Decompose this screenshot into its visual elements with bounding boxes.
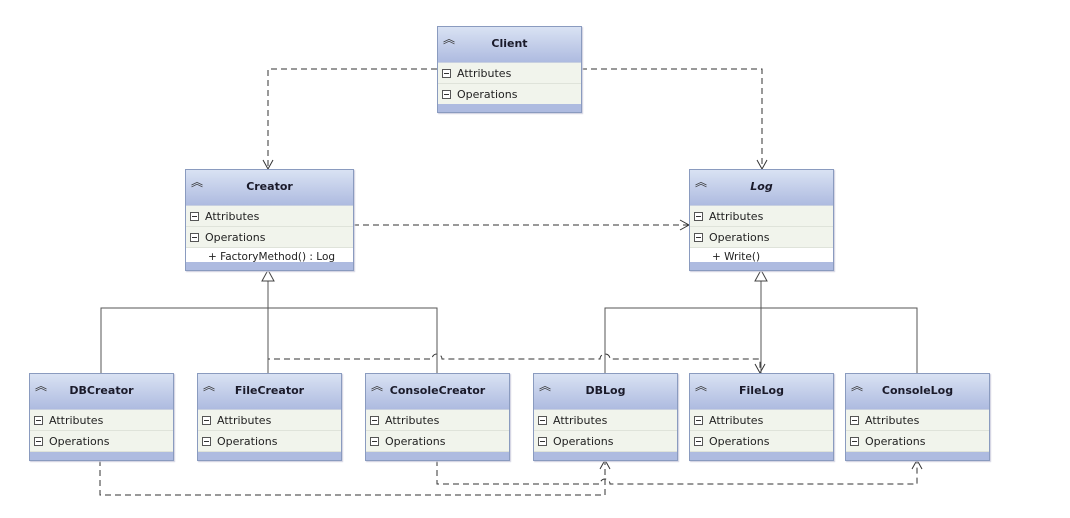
collapse-minus-icon[interactable] <box>190 232 199 242</box>
gen-log-children <box>604 270 918 373</box>
gen-creator-children <box>100 270 438 373</box>
attributes-label: Attributes <box>205 209 260 223</box>
collapse-minus-icon[interactable] <box>850 436 859 446</box>
dep-client-creator <box>262 68 437 171</box>
collapse-minus-icon[interactable] <box>370 415 379 425</box>
class-name: ConsoleLog <box>881 384 954 397</box>
operations-label: Operations <box>553 434 614 448</box>
operations-label: Operations <box>217 434 278 448</box>
attributes-compartment[interactable]: Attributes <box>186 206 353 227</box>
attributes-label: Attributes <box>217 413 272 427</box>
attributes-compartment[interactable]: Attributes <box>198 410 341 431</box>
collapse-minus-icon[interactable] <box>202 436 211 446</box>
operations-compartment[interactable]: Operations <box>690 227 833 248</box>
operations-label: Operations <box>457 87 518 101</box>
operations-compartment[interactable]: Operations <box>690 431 833 452</box>
attributes-compartment[interactable]: Attributes <box>366 410 509 431</box>
class-name: DBLog <box>585 384 626 397</box>
collapse-minus-icon[interactable] <box>442 89 451 99</box>
collapse-minus-icon[interactable] <box>538 436 547 446</box>
attributes-label: Attributes <box>385 413 440 427</box>
attributes-compartment[interactable]: Attributes <box>690 410 833 431</box>
dep-dbcreator-dblog <box>99 458 611 496</box>
class-filelog[interactable]: ︽ FileLog Attributes Operations <box>689 373 834 461</box>
attributes-compartment[interactable]: Attributes <box>534 410 677 431</box>
uml-class-diagram: ︽ Client Attributes Operations ︽ Creator A… <box>0 0 1070 518</box>
dep-client-log <box>581 68 768 171</box>
operations-compartment[interactable]: Operations <box>534 431 677 452</box>
operations-label: Operations <box>385 434 446 448</box>
class-name: Client <box>491 37 528 50</box>
class-creator[interactable]: ︽ Creator Attributes Operations + Factory… <box>185 169 354 271</box>
operations-label: Operations <box>205 230 266 244</box>
attributes-label: Attributes <box>553 413 608 427</box>
collapse-minus-icon[interactable] <box>538 415 547 425</box>
attributes-label: Attributes <box>709 209 764 223</box>
class-dblog[interactable]: ︽ DBLog Attributes Operations <box>533 373 678 461</box>
operations-compartment[interactable]: Operations <box>186 227 353 248</box>
class-consolecreator[interactable]: ︽ ConsoleCreator Attributes Operations <box>365 373 510 461</box>
collapse-minus-icon[interactable] <box>694 415 703 425</box>
attributes-label: Attributes <box>457 66 512 80</box>
attributes-label: Attributes <box>865 413 920 427</box>
collapse-minus-icon[interactable] <box>694 211 703 221</box>
class-filecreator[interactable]: ︽ FileCreator Attributes Operations <box>197 373 342 461</box>
collapse-minus-icon[interactable] <box>190 211 199 221</box>
collapse-minus-icon[interactable] <box>850 415 859 425</box>
attributes-compartment[interactable]: Attributes <box>690 206 833 227</box>
collapse-minus-icon[interactable] <box>202 415 211 425</box>
attributes-compartment[interactable]: Attributes <box>438 63 581 84</box>
collapse-minus-icon[interactable] <box>370 436 379 446</box>
dep-filecreator-filelog <box>267 353 766 375</box>
operations-label: Operations <box>709 434 770 448</box>
class-client[interactable]: ︽ Client Attributes Operations <box>437 26 582 113</box>
operations-compartment[interactable]: Operations <box>366 431 509 452</box>
operations-label: Operations <box>49 434 110 448</box>
attributes-label: Attributes <box>709 413 764 427</box>
class-dbcreator[interactable]: ︽ DBCreator Attributes Operations <box>29 373 174 461</box>
dep-consolecreator-consolelog <box>436 458 923 485</box>
collapse-minus-icon[interactable] <box>34 415 43 425</box>
operations-compartment[interactable]: Operations <box>438 84 581 105</box>
class-name: Log <box>750 180 773 193</box>
collapse-minus-icon[interactable] <box>694 232 703 242</box>
class-log[interactable]: ︽ Log Attributes Operations + Write() <box>689 169 834 271</box>
class-consolelog[interactable]: ︽ ConsoleLog Attributes Operations <box>845 373 990 461</box>
operations-compartment[interactable]: Operations <box>198 431 341 452</box>
class-name: FileLog <box>739 384 784 397</box>
collapse-minus-icon[interactable] <box>694 436 703 446</box>
operations-label: Operations <box>865 434 926 448</box>
operations-compartment[interactable]: Operations <box>846 431 989 452</box>
collapse-minus-icon[interactable] <box>34 436 43 446</box>
class-name: DBCreator <box>69 384 134 397</box>
class-name: Creator <box>246 180 293 193</box>
operations-label: Operations <box>709 230 770 244</box>
attributes-compartment[interactable]: Attributes <box>846 410 989 431</box>
attributes-compartment[interactable]: Attributes <box>30 410 173 431</box>
operations-compartment[interactable]: Operations <box>30 431 173 452</box>
class-name: FileCreator <box>234 384 305 397</box>
attributes-label: Attributes <box>49 413 104 427</box>
collapse-minus-icon[interactable] <box>442 68 451 78</box>
class-name: ConsoleCreator <box>389 384 486 397</box>
